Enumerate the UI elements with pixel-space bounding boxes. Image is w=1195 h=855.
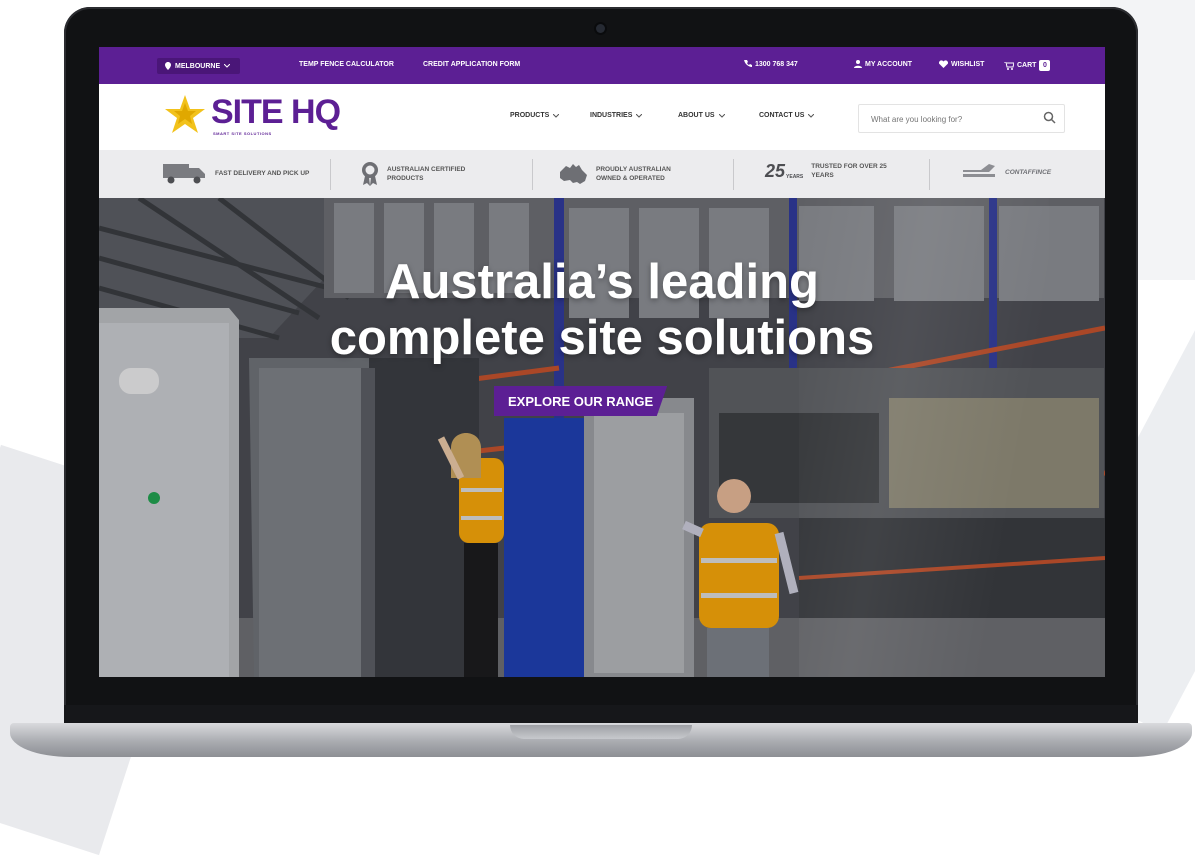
nav-industries-label: INDUSTRIES <box>590 112 633 119</box>
years-badge-number: 25 <box>765 161 786 181</box>
search-box <box>858 104 1065 133</box>
wishlist-label: WISHLIST <box>951 60 985 68</box>
chevron-down-icon <box>553 113 560 118</box>
phone-link[interactable]: 1300 768 347 <box>744 60 798 68</box>
laptop-notch <box>510 725 692 739</box>
features-strip: FAST DELIVERY AND PICK UP AUSTRALIAN CER… <box>99 150 1105 198</box>
partner-logo-text: CONTAFFINCE <box>1005 168 1052 176</box>
feature-text: TRUSTED FOR OVER 25 YEARS <box>811 163 887 179</box>
user-icon <box>854 60 862 68</box>
cart-label: CART <box>1017 62 1037 69</box>
credit-application-link[interactable]: CREDIT APPLICATION FORM <box>423 61 520 68</box>
feature-australian-owned: PROUDLY AUSTRALIAN OWNED & OPERATED <box>558 162 692 186</box>
cart-link[interactable]: CART 0 <box>1004 60 1051 71</box>
location-selector[interactable]: MELBOURNE <box>157 58 241 74</box>
phone-icon <box>744 60 752 67</box>
search-input[interactable] <box>869 111 1033 127</box>
location-pin-icon <box>165 62 171 70</box>
truck-icon <box>163 164 205 184</box>
nav-about-us[interactable]: ABOUT US <box>678 112 725 119</box>
feature-partner-logo: CONTAFFINCE <box>961 162 1051 182</box>
feature-divider <box>929 159 930 190</box>
chevron-down-icon <box>718 113 725 118</box>
feature-text: AUSTRALIAN CERTIFIED PRODUCTS <box>387 166 466 182</box>
star-logo-icon <box>165 95 205 133</box>
hero-title-line-2: complete site solutions <box>329 311 875 365</box>
feature-text: FAST DELIVERY AND PICK UP <box>215 169 310 177</box>
nav-contact-us-label: CONTACT US <box>759 112 805 119</box>
heart-icon <box>939 60 948 68</box>
25-years-icon: 25 YEARS <box>765 162 803 180</box>
feature-text: PROUDLY AUSTRALIAN OWNED & OPERATED <box>596 166 671 182</box>
wishlist-link[interactable]: WISHLIST <box>939 60 984 68</box>
chevron-down-icon <box>224 64 231 68</box>
site-header: SITE HQ SMART SITE SOLUTIONS PRODUCTS IN… <box>99 84 1105 150</box>
site-logo[interactable]: SITE HQ SMART SITE SOLUTIONS <box>163 93 363 143</box>
feature-divider <box>330 159 331 190</box>
hero-title-line-1: Australia’s leading <box>385 255 819 309</box>
my-account-link[interactable]: MY ACCOUNT <box>854 60 912 68</box>
nav-products-label: PRODUCTS <box>510 112 550 119</box>
cart-icon <box>1004 61 1014 70</box>
hero-title: Australia’s leading complete site soluti… <box>99 254 1105 366</box>
logo-tagline: SMART SITE SOLUTIONS <box>213 131 272 136</box>
australia-map-icon <box>560 164 587 184</box>
feature-certified: AUSTRALIAN CERTIFIED PRODUCTS <box>361 162 483 186</box>
nav-contact-us[interactable]: CONTACT US <box>759 112 815 119</box>
feature-fast-delivery: FAST DELIVERY AND PICK UP <box>163 162 311 184</box>
certified-badge-icon <box>362 162 378 186</box>
laptop-bezel-bottom <box>64 705 1138 725</box>
chevron-down-icon <box>808 113 815 118</box>
laptop-camera <box>596 24 605 33</box>
website-screen: MELBOURNE TEMP FENCE CALCULATOR CREDIT A… <box>99 47 1105 677</box>
my-account-label: MY ACCOUNT <box>865 60 913 68</box>
explore-range-button[interactable]: EXPLORE OUR RANGE <box>494 386 668 416</box>
years-badge-label: YEARS <box>786 174 804 180</box>
hero-banner: Australia’s leading complete site soluti… <box>99 198 1105 677</box>
nav-industries[interactable]: INDUSTRIES <box>590 112 643 119</box>
logo-wordmark: SITE HQ <box>211 93 341 131</box>
feature-trusted-25-years: 25 YEARS TRUSTED FOR OVER 25 YEARS <box>765 162 907 180</box>
chevron-down-icon <box>636 113 643 118</box>
nav-products[interactable]: PRODUCTS <box>510 112 560 119</box>
search-icon[interactable] <box>1043 111 1056 124</box>
feature-divider <box>532 159 533 190</box>
top-utility-bar: MELBOURNE TEMP FENCE CALCULATOR CREDIT A… <box>99 47 1105 84</box>
cart-count-badge: 0 <box>1039 60 1051 71</box>
phone-number: 1300 768 347 <box>755 60 798 68</box>
partner-logo-icon <box>963 164 995 177</box>
temp-fence-calculator-link[interactable]: TEMP FENCE CALCULATOR <box>299 61 394 68</box>
feature-divider <box>733 159 734 190</box>
nav-about-us-label: ABOUT US <box>678 112 715 119</box>
location-label: MELBOURNE <box>175 62 221 70</box>
